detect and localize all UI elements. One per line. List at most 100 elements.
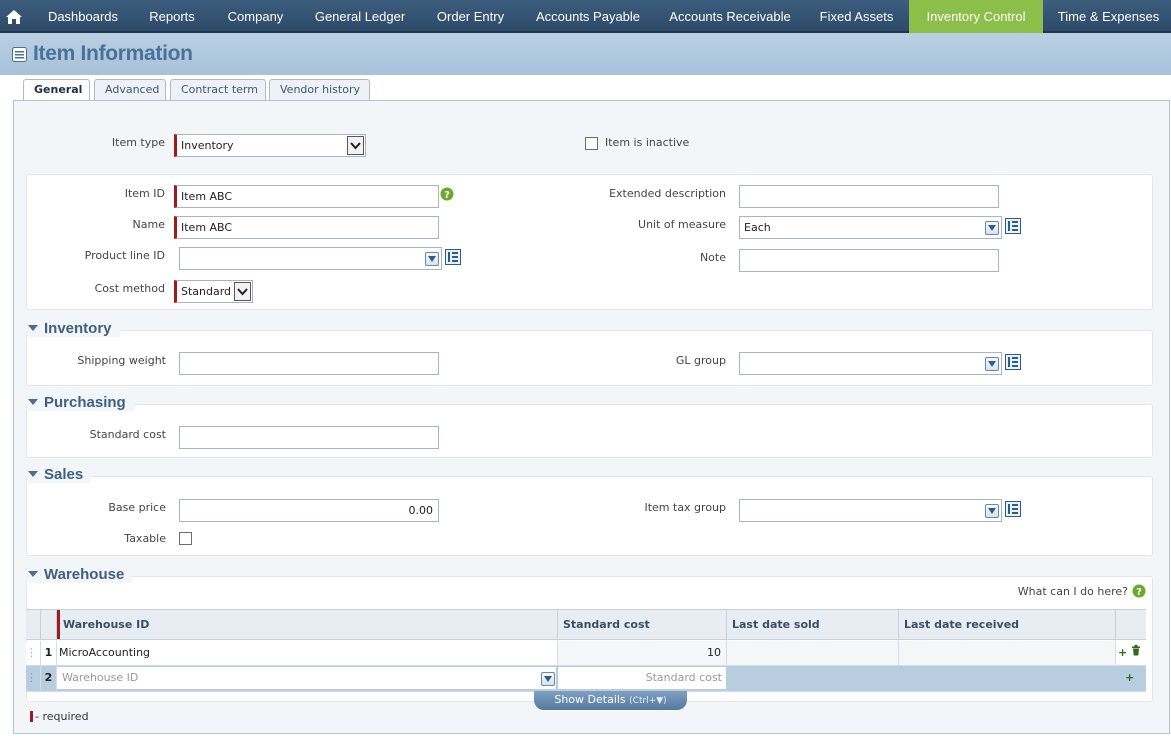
purchasing-section-toggle[interactable]: Purchasing [28,394,134,411]
table-row[interactable]: ⋮⋮ 1 MicroAccounting 10 + [26,641,1146,666]
name-label: Name [132,218,165,231]
tab-vendor-history[interactable]: Vendor history [269,79,370,101]
extended-description-input[interactable] [739,185,999,208]
warehouse-grid-header: Warehouse ID Standard cost Last date sol… [26,609,1146,640]
home-icon[interactable] [0,0,28,33]
standard-cost-input[interactable] [179,426,439,449]
menu-icon[interactable] [12,47,27,65]
lookup-list-icon[interactable] [445,249,461,265]
dropdown-arrow-icon[interactable] [541,672,555,686]
taxable-checkbox[interactable] [179,532,192,545]
lookup-list-icon[interactable] [1005,501,1021,517]
nav-accounts-payable[interactable]: Accounts Payable [524,0,652,33]
help-icon[interactable]: ? [1132,584,1146,598]
gl-group-input[interactable] [739,352,1002,375]
item-id-label: Item ID [124,187,165,200]
warehouse-section-toggle[interactable]: Warehouse [28,566,133,583]
product-line-label: Product line ID [84,249,165,262]
svg-text:?: ? [1136,587,1142,598]
nav-reports[interactable]: Reports [137,0,207,33]
new-standard-cost-input[interactable]: Standard cost [558,667,726,689]
nav-order-entry[interactable]: Order Entry [424,0,517,33]
drag-handle-icon[interactable]: ⋮⋮ [26,666,41,691]
sales-section-title: Sales [44,466,84,483]
row-actions: + [1116,641,1146,665]
table-row[interactable]: ⋮⋮ 2 Warehouse ID Standard cost + [26,666,1146,692]
unit-of-measure-label: Unit of measure [638,218,726,231]
warehouse-section-title: Warehouse [44,566,125,583]
item-type-select[interactable]: Inventory [174,134,366,157]
col-actions [1116,610,1146,639]
lookup-list-icon[interactable] [1005,218,1021,234]
show-details-shortcut: (Ctrl+▼) [629,696,667,706]
dropdown-arrow-icon[interactable] [985,357,999,371]
col-warehouse-id[interactable]: Warehouse ID [57,610,558,639]
dropdown-arrow-icon[interactable] [985,504,999,518]
nav-company[interactable]: Company [216,0,295,33]
note-input[interactable] [739,249,999,272]
title-bar: Item Information [0,33,1171,75]
col-last-date-received[interactable]: Last date received [899,610,1116,639]
item-type-label: Item type [111,136,165,149]
cost-method-select[interactable]: Standard [174,280,253,303]
col-standard-cost[interactable]: Standard cost [558,610,727,639]
name-input[interactable]: Item ABC [174,216,439,239]
chevron-down-icon[interactable] [234,282,251,301]
nav-general-ledger[interactable]: General Ledger [303,0,417,33]
add-row-icon[interactable]: + [1116,666,1146,691]
purchasing-section-title: Purchasing [44,394,126,411]
drag-handle-icon[interactable]: ⋮⋮ [26,641,41,665]
new-warehouse-id-input[interactable]: Warehouse ID [57,667,556,689]
collapse-triangle-icon [28,325,38,332]
required-legend: - required [35,710,89,723]
shipping-weight-input[interactable] [179,352,439,375]
unit-of-measure-input[interactable]: Each [739,216,1002,239]
nav-time-expenses[interactable]: Time & Expenses [1048,0,1169,33]
col-last-date-sold[interactable]: Last date sold [727,610,899,639]
standard-cost-label: Standard cost [89,428,166,441]
cost-method-label: Cost method [94,282,165,295]
nav-inventory-control[interactable]: Inventory Control [909,0,1043,33]
item-id-input[interactable]: Item ABC [174,185,439,208]
grid-number-header [41,610,57,639]
base-price-label: Base price [108,501,166,514]
extended-description-label: Extended description [609,187,726,200]
inventory-section-toggle[interactable]: Inventory [28,320,120,337]
lookup-list-icon[interactable] [1005,354,1021,370]
add-row-icon[interactable]: + [1118,646,1127,659]
item-inactive-label: Item is inactive [605,136,690,149]
nav-accounts-receivable[interactable]: Accounts Receivable [659,0,801,33]
base-price-input[interactable]: 0.00 [179,499,439,522]
shipping-weight-label: Shipping weight [77,354,166,367]
item-inactive-checkbox[interactable] [585,137,598,150]
show-details-button[interactable]: Show Details (Ctrl+▼) [534,691,687,710]
note-label: Note [699,251,726,264]
nav-dashboards[interactable]: Dashboards [36,0,130,33]
svg-text:?: ? [444,190,450,201]
item-tax-group-input[interactable] [739,499,1002,522]
row-number: 2 [41,666,57,691]
product-line-input[interactable] [179,247,442,270]
nav-fixed-assets[interactable]: Fixed Assets [808,0,905,33]
top-navigation: Dashboards Reports Company General Ledge… [0,0,1171,33]
help-link[interactable]: What can I do here? [960,585,1128,598]
trash-icon[interactable] [1131,641,1141,665]
dropdown-arrow-icon[interactable] [425,252,439,266]
row-warehouse-id[interactable]: MicroAccounting [57,641,558,665]
help-icon[interactable]: ? [440,187,454,201]
tab-general[interactable]: General [23,79,90,102]
dropdown-arrow-icon[interactable] [985,221,999,235]
row-last-date-sold [727,641,899,665]
chevron-down-icon[interactable] [347,136,364,155]
row-standard-cost[interactable]: 10 [558,641,727,665]
show-details-label: Show Details [554,693,626,706]
gl-group-label: GL group [675,354,726,367]
page-title: Item Information [33,42,193,65]
unit-of-measure-value: Each [744,221,771,234]
tab-advanced[interactable]: Advanced [94,79,166,101]
taxable-label: Taxable [124,532,166,545]
tab-contract-term[interactable]: Contract term [170,79,266,101]
row-last-date-received [899,641,1116,665]
sales-section-toggle[interactable]: Sales [28,466,92,483]
cost-method-value: Standard [181,285,232,298]
